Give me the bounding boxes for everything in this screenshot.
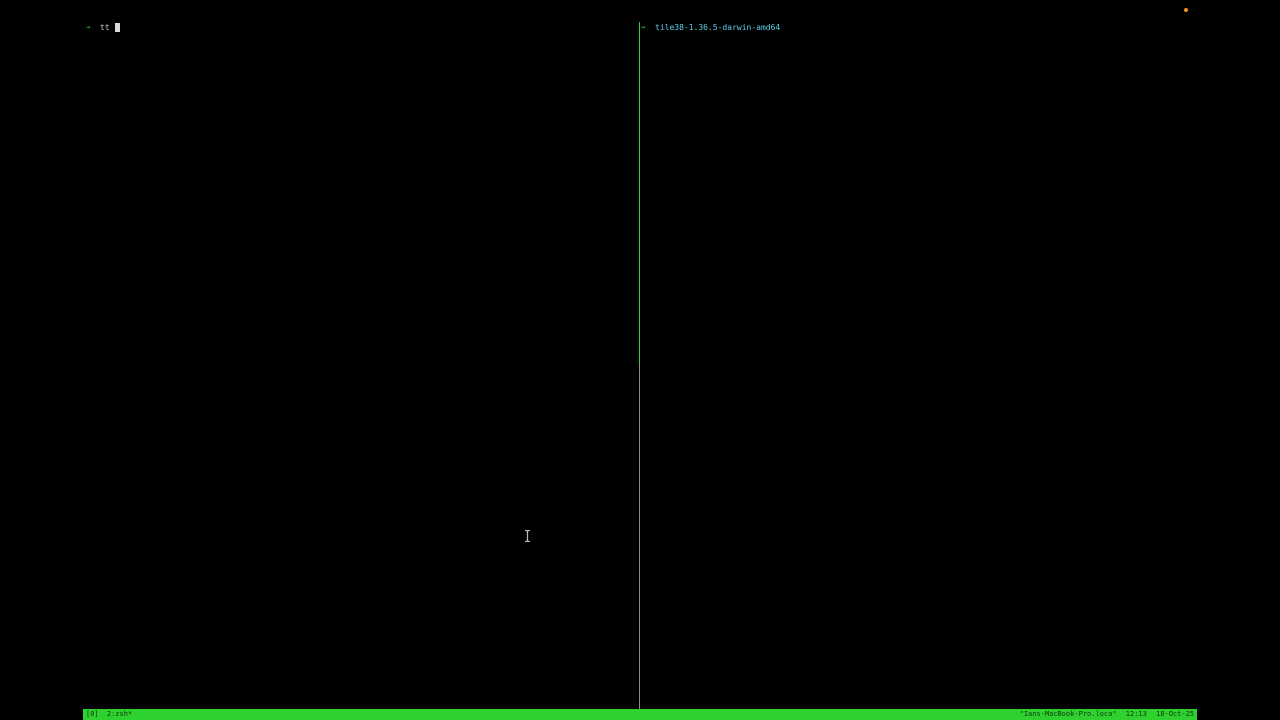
hostname: "Ians-MacBook-Pro.loca" bbox=[1019, 710, 1117, 718]
prompt-arrow-icon: → bbox=[641, 23, 646, 31]
pane-divider[interactable] bbox=[639, 22, 640, 709]
terminal-window: → tt → tile38-1.36.5-darwin-amd64 [0] 2:… bbox=[0, 0, 1280, 720]
tmux-status-bar: [0] 2:zsh* "Ians-MacBook-Pro.loca" 12:13… bbox=[83, 709, 1197, 720]
text-cursor bbox=[114, 23, 120, 32]
right-command-text: tile38-1.36.5-darwin-amd64 bbox=[655, 23, 781, 32]
prompt-arrow-icon: → bbox=[86, 23, 91, 31]
clock-date: 18-Oct-25 bbox=[1156, 710, 1194, 718]
status-left: [0] 2:zsh* bbox=[86, 709, 132, 720]
right-prompt-line: → tile38-1.36.5-darwin-amd64 bbox=[641, 22, 780, 33]
clock-time: 12:13 bbox=[1125, 710, 1147, 718]
right-terminal-pane[interactable]: → tile38-1.36.5-darwin-amd64 bbox=[641, 0, 1197, 709]
session-name: [0] bbox=[86, 710, 99, 718]
left-terminal-pane[interactable]: → tt bbox=[83, 0, 639, 709]
status-right: "Ians-MacBook-Pro.loca" 12:13 18-Oct-25 bbox=[1020, 709, 1194, 720]
window-tab[interactable]: 2:zsh* bbox=[107, 709, 132, 720]
ibeam-cursor-icon bbox=[525, 530, 530, 542]
left-command-text: tt bbox=[100, 23, 110, 32]
left-prompt-line: → tt bbox=[86, 22, 120, 33]
